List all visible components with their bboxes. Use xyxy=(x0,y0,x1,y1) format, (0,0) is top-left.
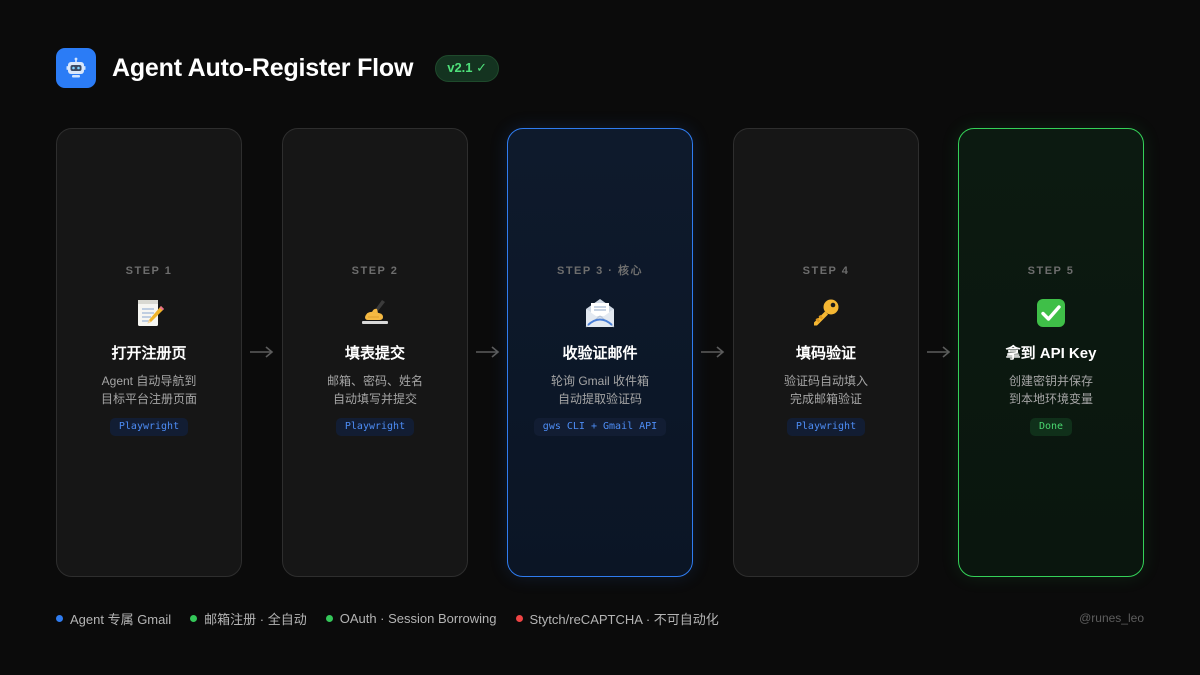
legend-label: 邮箱注册 · 全自动 xyxy=(204,611,307,627)
step-label: STEP 1 xyxy=(125,265,173,277)
step-card-4: STEP 4 填码验证 验证码自动填入 完成邮箱验证 Playwright xyxy=(733,128,919,577)
step-description: 邮箱、密码、姓名 自动填写并提交 xyxy=(327,372,423,408)
step-label: STEP 5 xyxy=(1027,265,1075,277)
tech-tag: Playwright xyxy=(786,418,866,436)
arrow-right-icon xyxy=(476,346,500,358)
author-credit: @runes_leo xyxy=(1079,611,1144,625)
step-description-line: 创建密钥并保存 xyxy=(1008,374,1093,388)
tech-tag: Playwright xyxy=(109,418,189,436)
blue-dot-icon xyxy=(56,614,63,622)
envelope-icon xyxy=(583,296,617,330)
tech-tag: gws CLI + Gmail API xyxy=(533,418,667,436)
step-description-line: Agent 自动导航到 xyxy=(101,374,197,388)
done-tag: Done xyxy=(1029,418,1073,436)
arrow-right-icon xyxy=(250,346,274,358)
step-description: 创建密钥并保存 到本地环境变量 xyxy=(1009,372,1093,408)
step-card-2: STEP 2 填表提交 邮箱、密码、姓名 自动填写并提交 Playwright xyxy=(282,128,468,577)
header: Agent Auto-Register Flow v2.1 ✓ xyxy=(56,48,500,88)
legend-label: Stytch/reCAPTCHA · 不可自动化 xyxy=(529,611,719,627)
arrow-right-icon xyxy=(927,346,951,358)
writing-hand-icon xyxy=(358,296,392,330)
memo-icon xyxy=(132,296,166,330)
step-description-line: 到本地环境变量 xyxy=(1008,392,1093,406)
legend-item: OAuth · Session Borrowing xyxy=(325,610,497,626)
step-description-line: 验证码自动填入 xyxy=(783,374,868,388)
step-title: 填码验证 xyxy=(795,345,856,362)
step-card-3: STEP 3 · 核心 收验证邮件 轮询 Gmail 收件箱 自动提取验证码 g… xyxy=(507,128,693,577)
step-description: Agent 自动导航到 目标平台注册页面 xyxy=(101,372,197,408)
step-description: 轮询 Gmail 收件箱 自动提取验证码 xyxy=(551,372,649,408)
step-description-line: 目标平台注册页面 xyxy=(100,392,197,406)
step-description-line: 轮询 Gmail 收件箱 xyxy=(550,374,649,388)
robot-icon xyxy=(56,48,96,88)
step-description-line: 自动提取验证码 xyxy=(557,392,642,406)
red-dot-icon xyxy=(515,614,523,622)
step-title: 收验证邮件 xyxy=(562,345,638,362)
legend-item: 邮箱注册 · 全自动 xyxy=(190,609,307,628)
arrow-right-icon xyxy=(701,346,725,358)
step-label: STEP 4 xyxy=(802,265,850,277)
key-icon xyxy=(809,296,843,330)
legend-label: Agent 专属 Gmail xyxy=(70,611,172,627)
step-label: STEP 3 · 核心 xyxy=(557,265,643,277)
page-title: Agent Auto-Register Flow xyxy=(112,53,414,82)
step-description-line: 自动填写并提交 xyxy=(332,392,417,406)
legend-label: OAuth · Session Borrowing xyxy=(339,610,497,626)
step-card-1: STEP 1 打开注册页 Agent 自动导航到 目标平台注册页面 Playwr… xyxy=(56,128,242,577)
step-title: 拿到 API Key xyxy=(1005,345,1097,362)
legend-item: Agent 专属 Gmail xyxy=(56,609,171,628)
green-dot-icon xyxy=(190,614,198,622)
legend-item: Stytch/reCAPTCHA · 不可自动化 xyxy=(515,609,719,628)
step-description-line: 完成邮箱验证 xyxy=(789,392,862,406)
version-badge: v2.1 ✓ xyxy=(435,54,500,82)
step-card-5: STEP 5 拿到 API Key 创建密钥并保存 到本地环境变量 Done xyxy=(958,128,1144,577)
legend: Agent 专属 Gmail 邮箱注册 · 全自动 OAuth · Sessio… xyxy=(56,609,738,627)
tech-tag: Playwright xyxy=(335,418,415,436)
check-mark-icon xyxy=(1034,296,1068,330)
step-title: 填表提交 xyxy=(344,345,405,362)
step-label: STEP 2 xyxy=(351,265,399,277)
step-title: 打开注册页 xyxy=(111,345,187,362)
step-description-line: 邮箱、密码、姓名 xyxy=(326,374,423,388)
green-dot-icon xyxy=(325,614,333,622)
step-description: 验证码自动填入 完成邮箱验证 xyxy=(784,372,868,408)
